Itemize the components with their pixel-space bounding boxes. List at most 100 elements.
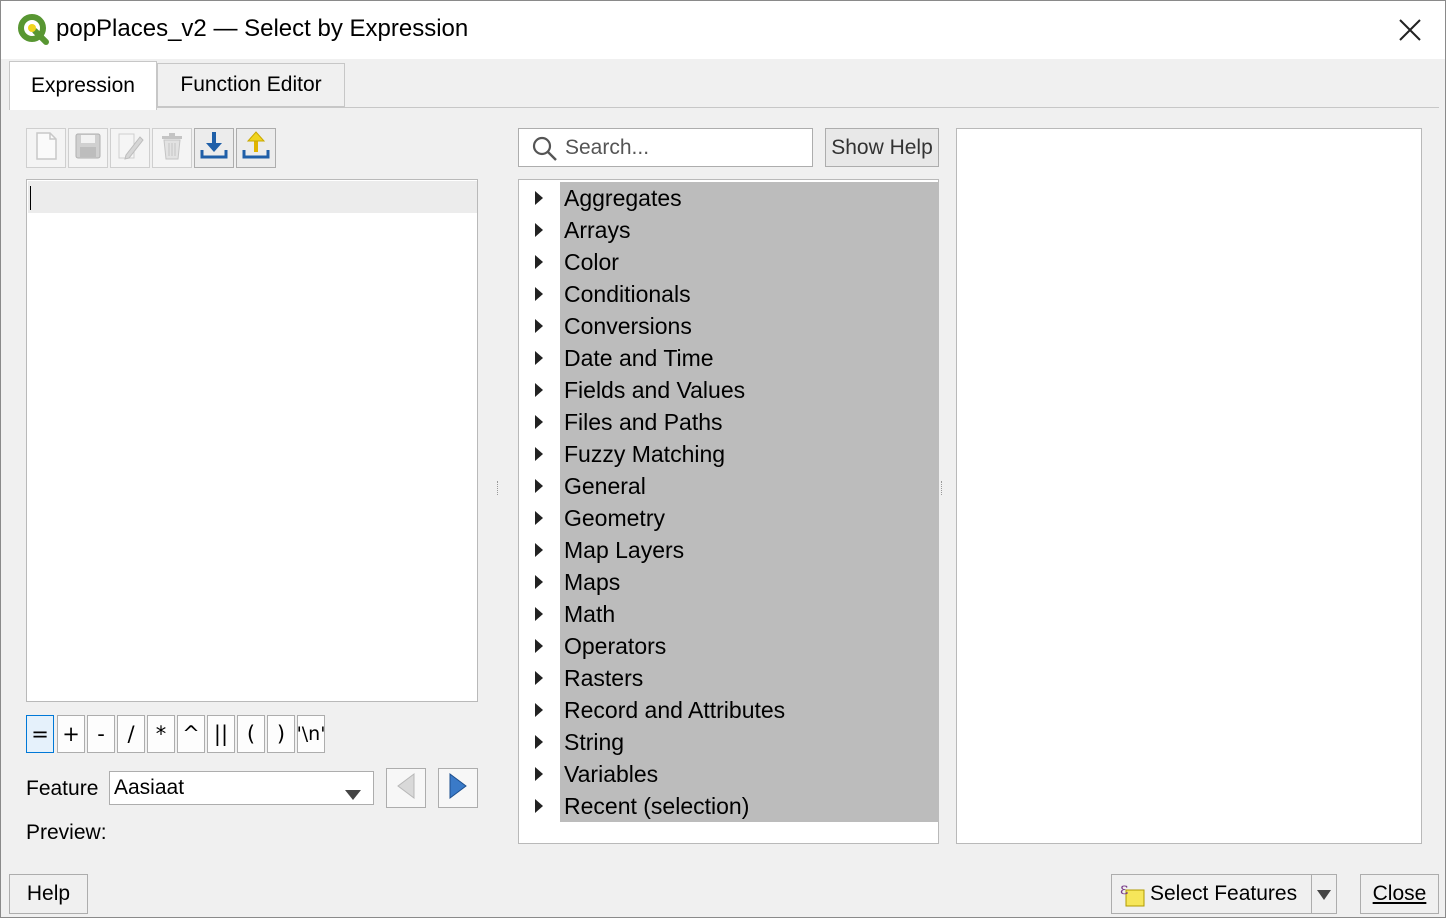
feature-combobox[interactable]: Aasiaat xyxy=(109,771,374,805)
close-button[interactable]: Close xyxy=(1360,874,1439,914)
operator-close-paren-button[interactable]: ) xyxy=(267,715,295,753)
tree-item-label: Files and Paths xyxy=(564,409,723,435)
svg-text:ε: ε xyxy=(1120,880,1128,898)
dialog-window: popPlaces_v2 — Select by Expression Expr… xyxy=(0,0,1446,918)
tree-item-label: Aggregates xyxy=(564,185,682,211)
tree-item-conversions[interactable]: Conversions xyxy=(520,310,939,342)
tree-item-record-and-attributes[interactable]: Record and Attributes xyxy=(520,694,939,726)
edit-expression-button[interactable] xyxy=(110,128,150,168)
tree-item-rasters[interactable]: Rasters xyxy=(520,662,939,694)
operator-newline-button[interactable]: '\n' xyxy=(297,715,325,753)
splitter-handle-left[interactable] xyxy=(497,481,499,495)
tab-expression-label: Expression xyxy=(31,74,135,97)
previous-feature-button[interactable] xyxy=(386,768,426,808)
select-features-label: Select Features xyxy=(1150,882,1298,905)
tree-item-fuzzy-matching[interactable]: Fuzzy Matching xyxy=(520,438,939,470)
tree-item-math[interactable]: Math xyxy=(520,598,939,630)
tab-function-editor-label: Function Editor xyxy=(180,73,322,96)
edit-icon xyxy=(116,131,144,166)
tree-item-arrays[interactable]: Arrays xyxy=(520,214,939,246)
tree-item-geometry[interactable]: Geometry xyxy=(520,502,939,534)
import-icon xyxy=(199,130,229,167)
text-caret xyxy=(30,186,31,210)
save-expression-button[interactable] xyxy=(68,128,108,168)
delete-expression-button[interactable] xyxy=(152,128,192,168)
expression-editor[interactable] xyxy=(26,179,478,702)
expand-arrow-icon[interactable] xyxy=(535,383,543,397)
chevron-down-icon xyxy=(1317,882,1331,906)
expand-arrow-icon[interactable] xyxy=(535,287,543,301)
expand-arrow-icon[interactable] xyxy=(535,639,543,653)
tree-item-string[interactable]: String xyxy=(520,726,939,758)
new-file-icon xyxy=(33,131,59,166)
tree-item-label: Rasters xyxy=(564,665,644,691)
tree-item-label: Math xyxy=(564,601,616,627)
function-tree[interactable]: Aggregates Arrays Color Conditionals Con… xyxy=(518,179,939,844)
tree-item-label: Geometry xyxy=(564,505,665,531)
chevron-down-icon xyxy=(345,782,361,806)
tree-item-fields-and-values[interactable]: Fields and Values xyxy=(520,374,939,406)
import-button[interactable] xyxy=(194,128,234,168)
tree-item-variables[interactable]: Variables xyxy=(520,758,939,790)
tree-item-label: Operators xyxy=(564,633,667,659)
help-button[interactable]: Help xyxy=(9,874,88,914)
new-expression-button[interactable] xyxy=(26,128,66,168)
expand-arrow-icon[interactable] xyxy=(535,191,543,205)
tree-item-recent-selection[interactable]: Recent (selection) xyxy=(520,790,939,822)
tree-item-label: Date and Time xyxy=(564,345,714,371)
expand-arrow-icon[interactable] xyxy=(535,319,543,333)
search-field[interactable] xyxy=(518,128,813,167)
tree-item-color[interactable]: Color xyxy=(520,246,939,278)
expand-arrow-icon[interactable] xyxy=(535,799,543,813)
tree-item-label: Maps xyxy=(564,569,621,595)
expand-arrow-icon[interactable] xyxy=(535,543,543,557)
expand-arrow-icon[interactable] xyxy=(535,223,543,237)
editor-current-line xyxy=(28,181,477,213)
expand-arrow-icon[interactable] xyxy=(535,703,543,717)
expand-arrow-icon[interactable] xyxy=(535,575,543,589)
expand-arrow-icon[interactable] xyxy=(535,255,543,269)
delete-icon xyxy=(159,131,185,166)
select-features-dropdown[interactable] xyxy=(1311,874,1337,914)
tree-item-label: Recent (selection) xyxy=(564,793,750,819)
expand-arrow-icon[interactable] xyxy=(535,511,543,525)
operator-concat-button[interactable]: || xyxy=(207,715,235,753)
tree-item-label: Arrays xyxy=(564,217,631,243)
expand-arrow-icon[interactable] xyxy=(535,735,543,749)
expand-arrow-icon[interactable] xyxy=(535,767,543,781)
export-button[interactable] xyxy=(236,128,276,168)
tab-expression[interactable]: Expression xyxy=(9,61,157,110)
tree-item-label: Record and Attributes xyxy=(564,697,786,723)
expand-arrow-icon[interactable] xyxy=(535,351,543,365)
expand-arrow-icon[interactable] xyxy=(535,479,543,493)
show-help-button[interactable]: Show Help xyxy=(825,128,939,167)
operator-power-button[interactable]: ^ xyxy=(177,715,205,753)
operator-equals-button[interactable]: = xyxy=(26,715,54,753)
tab-function-editor[interactable]: Function Editor xyxy=(157,63,345,107)
tree-item-operators[interactable]: Operators xyxy=(520,630,939,662)
arrow-left-icon xyxy=(396,772,416,804)
tree-item-maps[interactable]: Maps xyxy=(520,566,939,598)
operator-open-paren-button[interactable]: ( xyxy=(237,715,265,753)
close-icon[interactable] xyxy=(1389,9,1431,51)
tree-item-files-and-paths[interactable]: Files and Paths xyxy=(520,406,939,438)
splitter-handle-right[interactable] xyxy=(941,481,943,495)
next-feature-button[interactable] xyxy=(438,768,478,808)
operator-divide-button[interactable]: / xyxy=(117,715,145,753)
preview-label: Preview: xyxy=(26,821,107,844)
tree-item-aggregates[interactable]: Aggregates xyxy=(520,182,939,214)
tree-item-general[interactable]: General xyxy=(520,470,939,502)
select-features-button[interactable]: ε Select Features xyxy=(1111,874,1312,914)
expand-arrow-icon[interactable] xyxy=(535,447,543,461)
operator-plus-button[interactable]: + xyxy=(57,715,85,753)
export-icon xyxy=(241,130,271,167)
operator-multiply-button[interactable]: * xyxy=(147,715,175,753)
tree-item-map-layers[interactable]: Map Layers xyxy=(520,534,939,566)
expand-arrow-icon[interactable] xyxy=(535,607,543,621)
expand-arrow-icon[interactable] xyxy=(535,671,543,685)
operator-minus-button[interactable]: - xyxy=(87,715,115,753)
expand-arrow-icon[interactable] xyxy=(535,415,543,429)
tree-item-conditionals[interactable]: Conditionals xyxy=(520,278,939,310)
tree-item-date-and-time[interactable]: Date and Time xyxy=(520,342,939,374)
search-input[interactable] xyxy=(565,133,805,163)
